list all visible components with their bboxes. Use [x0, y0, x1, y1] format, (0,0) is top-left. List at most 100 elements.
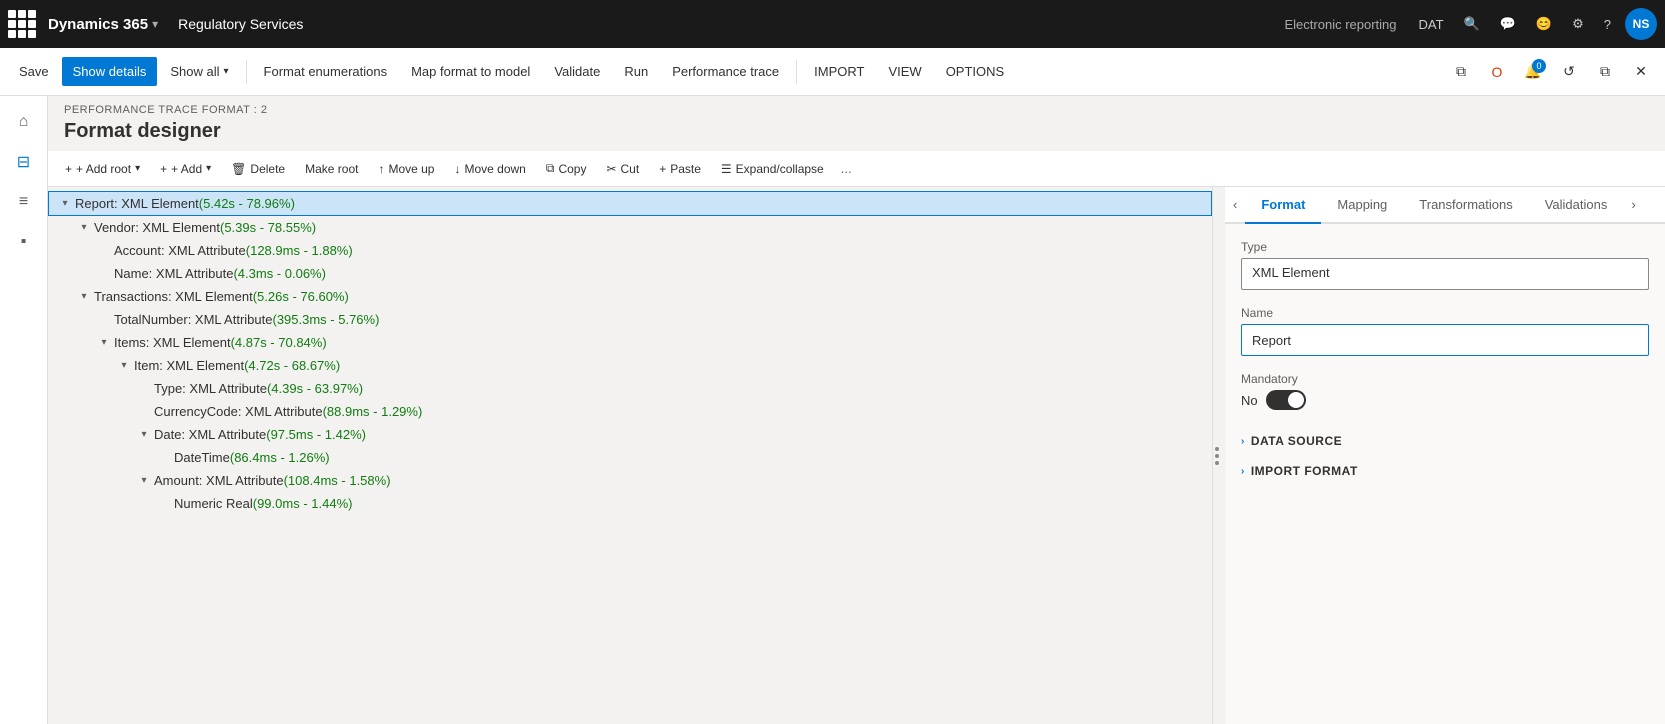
app-chevron[interactable]: ▾	[152, 17, 158, 31]
save-button[interactable]: Save	[8, 57, 60, 86]
tree-item-text: Type: XML Attribute	[154, 381, 267, 396]
show-all-button[interactable]: Show all ▾	[159, 57, 239, 86]
data-source-section[interactable]: › DATA SOURCE	[1241, 426, 1649, 456]
breadcrumb: PERFORMANCE TRACE FORMAT : 2	[48, 96, 1665, 120]
tree-item[interactable]: Account: XML Attribute (128.9ms - 1.88%)	[48, 239, 1212, 262]
add-button[interactable]: + + Add ▾	[151, 156, 220, 182]
more-options-button[interactable]: ...	[835, 156, 858, 181]
tree-item[interactable]: TotalNumber: XML Attribute (395.3ms - 5.…	[48, 308, 1212, 331]
import-format-section[interactable]: › IMPORT FORMAT	[1241, 456, 1649, 486]
refresh-button[interactable]: ↺	[1553, 56, 1585, 88]
mandatory-toggle[interactable]	[1266, 390, 1306, 410]
tab-mapping[interactable]: Mapping	[1321, 187, 1403, 224]
move-up-button[interactable]: ↑ Move up	[369, 156, 443, 182]
tree-toggle[interactable]: ▾	[96, 337, 112, 348]
tab-format[interactable]: Format	[1245, 187, 1321, 224]
validate-button[interactable]: Validate	[543, 57, 611, 86]
import-button[interactable]: IMPORT	[803, 57, 875, 86]
tree-item-perf: (5.42s - 78.96%)	[199, 196, 295, 211]
top-nav-right: DAT 🔍 💬 😊 ⚙ ? NS	[1413, 8, 1658, 40]
copy-button[interactable]: ⧉ Copy	[537, 155, 596, 182]
notification-button[interactable]: 🔔 0	[1517, 56, 1549, 88]
paste-button[interactable]: + Paste	[650, 156, 710, 182]
content-area: PERFORMANCE TRACE FORMAT : 2 Format desi…	[48, 96, 1665, 724]
tabs-left-arrow[interactable]: ‹	[1225, 187, 1245, 222]
delete-button[interactable]: 🗑 Delete	[222, 156, 294, 182]
cut-icon: ✂	[606, 162, 616, 176]
embed-button[interactable]: ⧉	[1445, 56, 1477, 88]
run-button[interactable]: Run	[613, 57, 659, 86]
drag-handle-icon	[1213, 447, 1221, 465]
grid-icon	[8, 10, 36, 38]
name-input[interactable]	[1241, 324, 1649, 356]
tree-toggle[interactable]: ▾	[136, 475, 152, 486]
user-settings-button[interactable]: 😊	[1530, 12, 1558, 36]
tree-item-text: DateTime	[174, 450, 230, 465]
tree-item[interactable]: Type: XML Attribute (4.39s - 63.97%)	[48, 377, 1212, 400]
sidebar-home[interactable]: ⌂	[6, 104, 42, 140]
apps-grid-button[interactable]	[8, 8, 40, 40]
move-down-icon: ↓	[454, 162, 460, 176]
cut-button[interactable]: ✂ Cut	[597, 156, 648, 182]
format-enumerations-button[interactable]: Format enumerations	[253, 57, 399, 86]
tree-toggle[interactable]: ▾	[57, 198, 73, 209]
add-root-button[interactable]: + + Add root ▾	[56, 156, 149, 182]
tree-item[interactable]: ▾Item: XML Element (4.72s - 68.67%)	[48, 354, 1212, 377]
options-button[interactable]: OPTIONS	[935, 57, 1016, 86]
tree-item[interactable]: ▾Vendor: XML Element (5.39s - 78.55%)	[48, 216, 1212, 239]
module-name: Regulatory Services	[178, 16, 303, 32]
tab-transformations[interactable]: Transformations	[1403, 187, 1528, 224]
tree-item[interactable]: CurrencyCode: XML Attribute (88.9ms - 1.…	[48, 400, 1212, 423]
add-root-icon: +	[65, 162, 72, 176]
delete-label: Delete	[250, 162, 285, 176]
move-down-button[interactable]: ↓ Move down	[445, 156, 534, 182]
top-navigation: Dynamics 365 ▾ Regulatory Services Elect…	[0, 0, 1665, 48]
performance-trace-button[interactable]: Performance trace	[661, 57, 790, 86]
type-label: Type	[1241, 240, 1649, 254]
tree-item[interactable]: ▾Date: XML Attribute (97.5ms - 1.42%)	[48, 423, 1212, 446]
message-button[interactable]: 💬	[1494, 12, 1522, 36]
sidebar-list[interactable]: ≡	[6, 184, 42, 220]
tree-item[interactable]: ▾Report: XML Element (5.42s - 78.96%)	[48, 191, 1212, 216]
open-new-window-button[interactable]: ⧉	[1589, 56, 1621, 88]
tree-toggle[interactable]: ▾	[116, 360, 132, 371]
view-button[interactable]: VIEW	[877, 57, 932, 86]
tree-item-perf: (4.39s - 63.97%)	[267, 381, 363, 396]
tree-item[interactable]: ▾Amount: XML Attribute (108.4ms - 1.58%)	[48, 469, 1212, 492]
user-avatar[interactable]: NS	[1625, 8, 1657, 40]
tree-item-text: TotalNumber: XML Attribute	[114, 312, 272, 327]
tree-item[interactable]: ▾Items: XML Element (4.87s - 70.84%)	[48, 331, 1212, 354]
sidebar-filter[interactable]: ⊟	[6, 144, 42, 180]
tabs-right-arrow[interactable]: ›	[1623, 187, 1643, 222]
show-details-button[interactable]: Show details	[62, 57, 158, 86]
cut-label: Cut	[621, 162, 640, 176]
tree-item[interactable]: Numeric Real (99.0ms - 1.44%)	[48, 492, 1212, 515]
import-format-label: IMPORT FORMAT	[1251, 464, 1358, 478]
help-button[interactable]: ?	[1598, 13, 1617, 36]
tree-toggle[interactable]: ▾	[76, 222, 92, 233]
tab-validations[interactable]: Validations	[1529, 187, 1624, 224]
close-button[interactable]: ✕	[1625, 56, 1657, 88]
tree-item[interactable]: Name: XML Attribute (4.3ms - 0.06%)	[48, 262, 1212, 285]
tree-item-perf: (128.9ms - 1.88%)	[246, 243, 353, 258]
left-sidebar: ⌂ ⊟ ≡ ▪	[0, 96, 48, 724]
tree-item[interactable]: ▾Transactions: XML Element (5.26s - 76.6…	[48, 285, 1212, 308]
app-title: Dynamics 365	[48, 16, 148, 33]
settings-button[interactable]: ⚙	[1566, 12, 1590, 36]
type-value: XML Element	[1241, 258, 1649, 290]
name-field-group: Name	[1241, 306, 1649, 356]
type-field-group: Type XML Element	[1241, 240, 1649, 290]
tree-item-text: Date: XML Attribute	[154, 427, 266, 442]
office-icon[interactable]: O	[1481, 56, 1513, 88]
make-root-button[interactable]: Make root	[296, 156, 367, 182]
tree-item-text: Account: XML Attribute	[114, 243, 246, 258]
map-format-to-model-button[interactable]: Map format to model	[400, 57, 541, 86]
search-button[interactable]: 🔍	[1458, 12, 1486, 36]
expand-collapse-button[interactable]: ☰ Expand/collapse	[712, 156, 833, 182]
tree-area: ▾Report: XML Element (5.42s - 78.96%)▾Ve…	[48, 187, 1213, 724]
split-handle[interactable]	[1213, 187, 1225, 724]
tree-toggle[interactable]: ▾	[76, 291, 92, 302]
tree-toggle[interactable]: ▾	[136, 429, 152, 440]
sidebar-chart[interactable]: ▪	[6, 224, 42, 260]
tree-item[interactable]: DateTime (86.4ms - 1.26%)	[48, 446, 1212, 469]
